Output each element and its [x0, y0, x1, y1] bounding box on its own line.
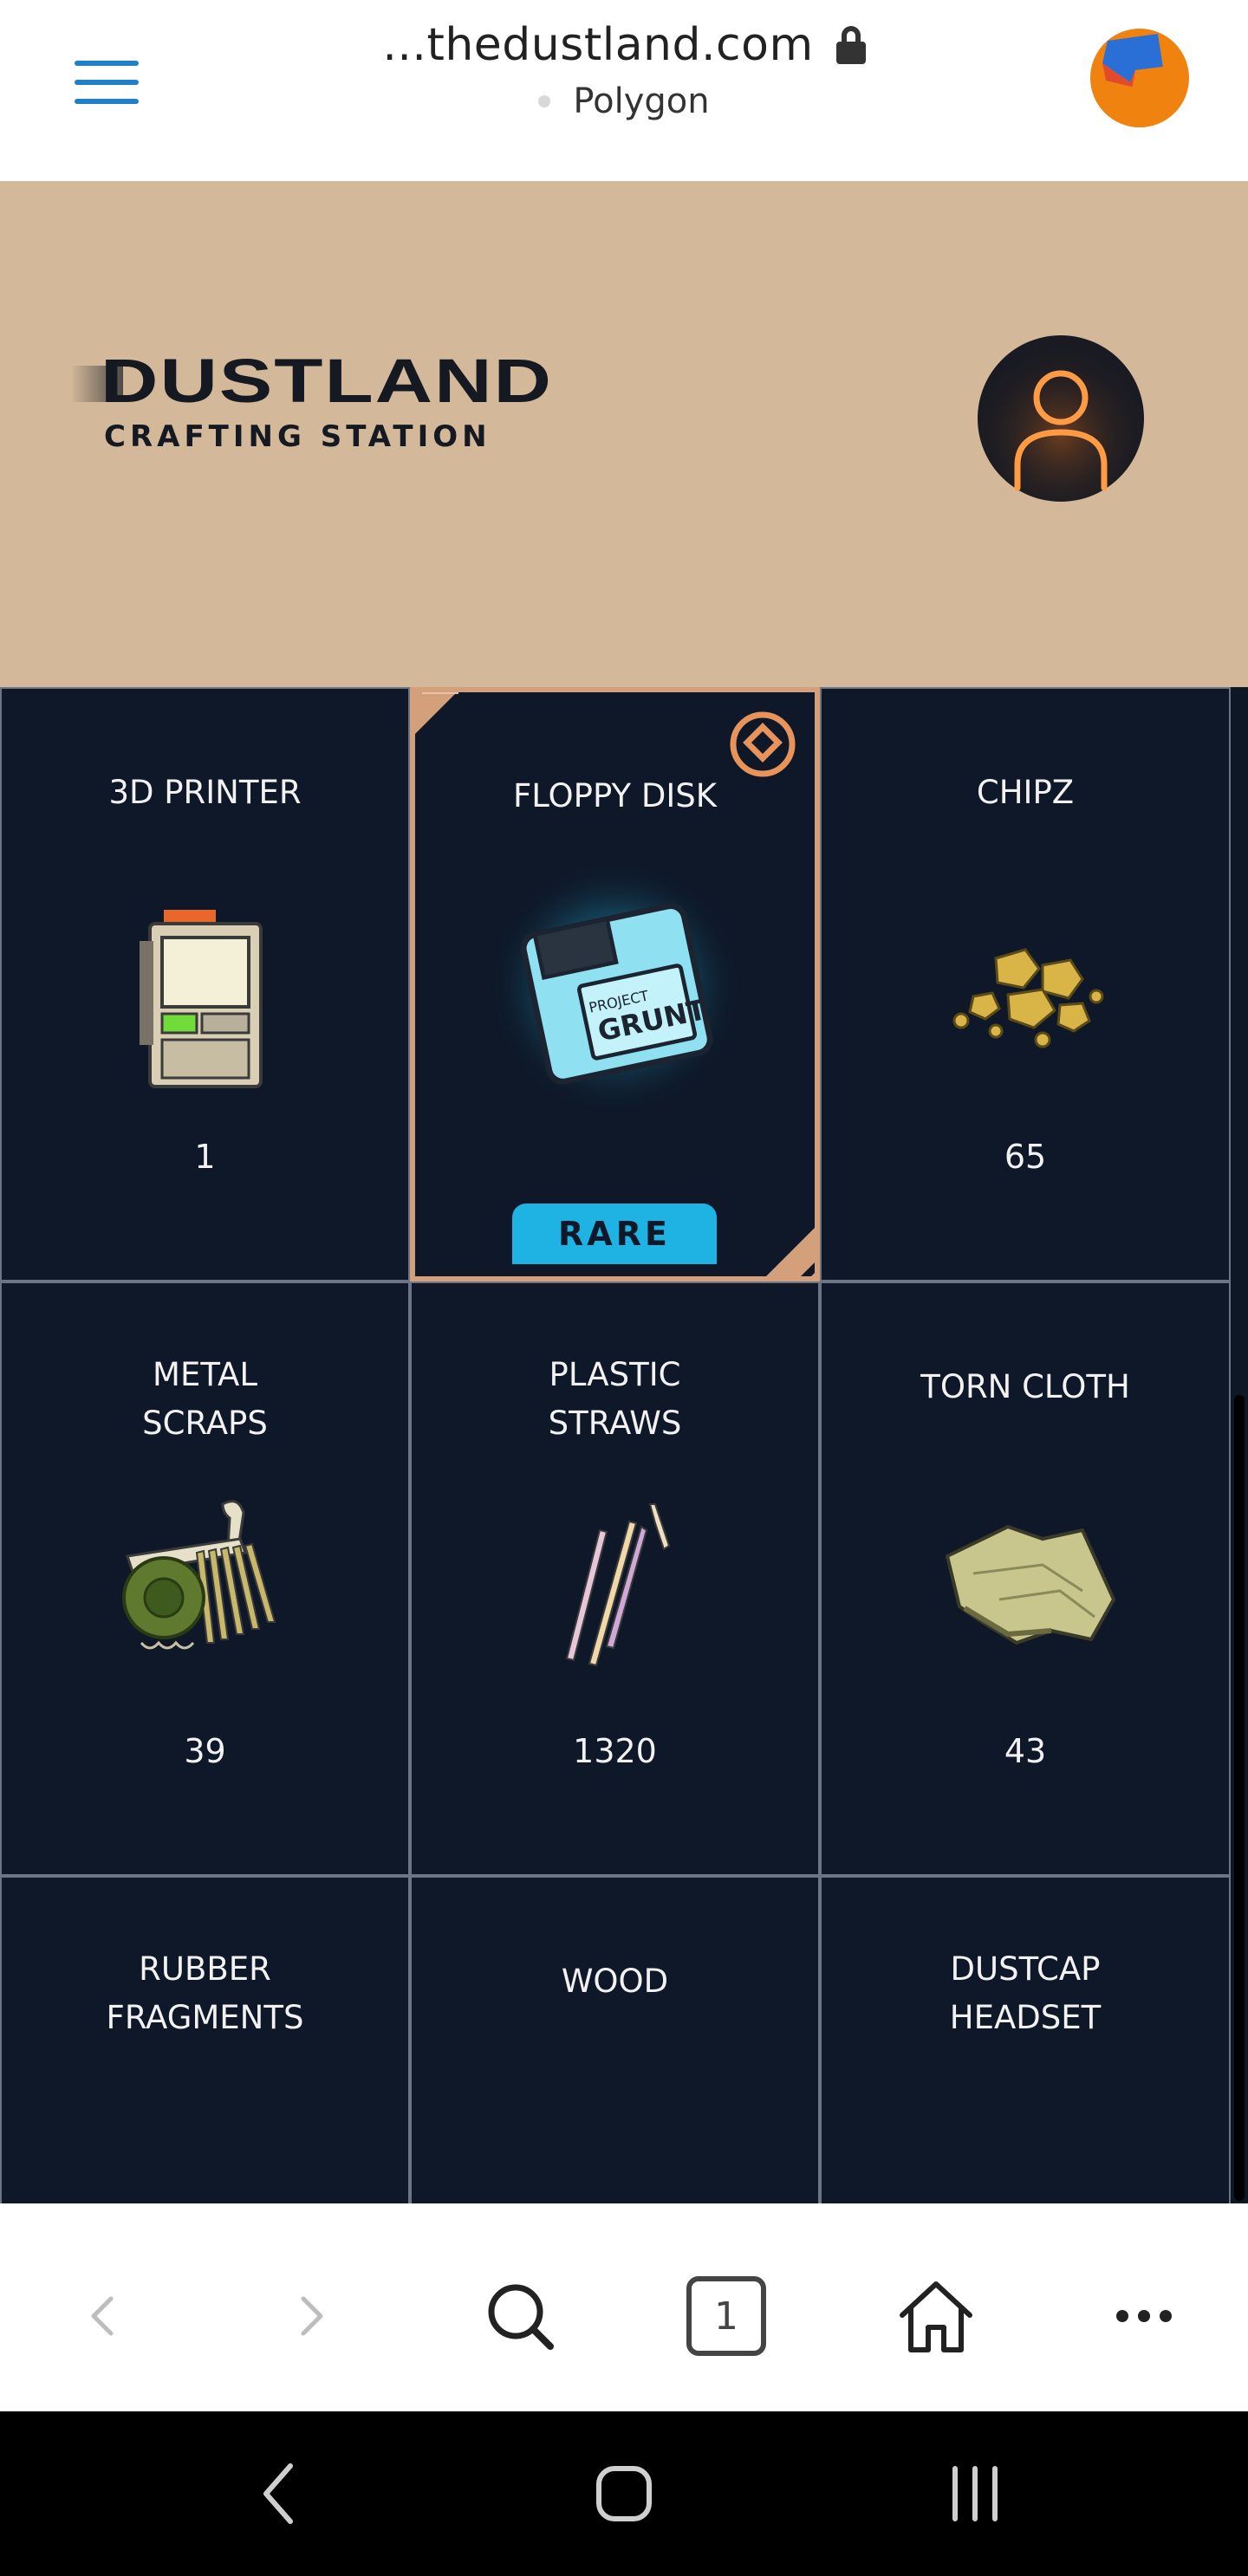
3d-printer-image: [139, 910, 263, 1088]
nav-back-icon[interactable]: [231, 2446, 326, 2541]
corner-accent: [766, 1228, 815, 1276]
item-name: METAL SCRAPS: [142, 1356, 268, 1442]
rare-badge: RARE: [512, 1204, 717, 1264]
profile-button[interactable]: [978, 335, 1144, 502]
item-card-torn-cloth[interactable]: TORN CLOTH 43: [820, 1282, 1231, 1876]
tabs-count: 1: [714, 2294, 738, 2339]
logo-subtitle: CRAFTING STATION: [104, 419, 491, 454]
item-name: PLASTIC STRAWS: [548, 1356, 682, 1442]
item-name: TORN CLOTH: [920, 1368, 1130, 1405]
more-icon[interactable]: [1101, 2273, 1187, 2359]
item-name: WOOD: [561, 1963, 669, 2000]
lock-icon: [835, 26, 866, 64]
url-text[interactable]: ...thedustland.com: [382, 19, 813, 71]
search-icon[interactable]: [477, 2273, 563, 2359]
logo-title: DUSTLAND: [101, 347, 553, 416]
plastic-straws-image: [565, 1503, 670, 1667]
item-card-plastic-straws[interactable]: PLASTIC STRAWS 1320: [410, 1282, 820, 1876]
item-card-3d-printer[interactable]: 3D PRINTER 1: [0, 687, 410, 1282]
network-name: Polygon: [573, 81, 710, 121]
android-navigation-bar: [0, 2411, 1248, 2576]
network-status-dot: [538, 95, 551, 107]
home-icon[interactable]: [893, 2273, 979, 2359]
scrollbar-thumb[interactable]: [1234, 1395, 1245, 2201]
browser-bottom-toolbar: 1: [0, 2203, 1248, 2411]
address-bar[interactable]: ...thedustland.com Polygon: [0, 19, 1248, 121]
item-card-metal-scraps[interactable]: METAL SCRAPS 39: [0, 1282, 410, 1876]
rare-marker-icon: [730, 711, 796, 777]
torn-cloth-image: [945, 1524, 1116, 1645]
dustland-logo: DUSTLAND CRAFTING STATION: [71, 350, 553, 454]
nav-home-icon[interactable]: [576, 2446, 672, 2541]
nav-recents-icon[interactable]: [927, 2446, 1023, 2541]
user-silhouette-icon: [978, 335, 1144, 502]
item-name: FLOPPY DISK: [512, 777, 718, 814]
item-card-chipz[interactable]: CHIPZ 65: [820, 687, 1231, 1282]
item-card-floppy-disk[interactable]: FLOPPY DISK PROJECT GRUNT RARE: [410, 687, 820, 1282]
item-name: 3D PRINTER: [108, 774, 302, 811]
back-icon[interactable]: [61, 2273, 147, 2359]
chipz-image: [952, 948, 1104, 1048]
hero-banner: DUSTLAND CRAFTING STATION: [0, 181, 1248, 687]
browser-top-bar: ...thedustland.com Polygon: [0, 0, 1248, 181]
account-avatar-icon[interactable]: [1090, 29, 1189, 127]
item-count: 43: [1004, 1732, 1047, 1770]
item-count: 65: [1004, 1138, 1047, 1176]
corner-accent: [415, 692, 458, 734]
item-count: 1320: [573, 1732, 657, 1770]
forward-icon[interactable]: [267, 2273, 354, 2359]
item-name: CHIPZ: [976, 774, 1075, 811]
metal-scraps-image: [121, 1500, 276, 1650]
tabs-icon[interactable]: 1: [683, 2273, 770, 2359]
item-name: RUBBER FRAGMENTS: [106, 1950, 304, 2036]
item-count: 1: [194, 1138, 216, 1176]
floppy-disk-image: PROJECT GRUNT: [486, 859, 744, 1115]
item-name: DUSTCAP HEADSET: [949, 1950, 1102, 2036]
item-count: 39: [184, 1732, 226, 1770]
